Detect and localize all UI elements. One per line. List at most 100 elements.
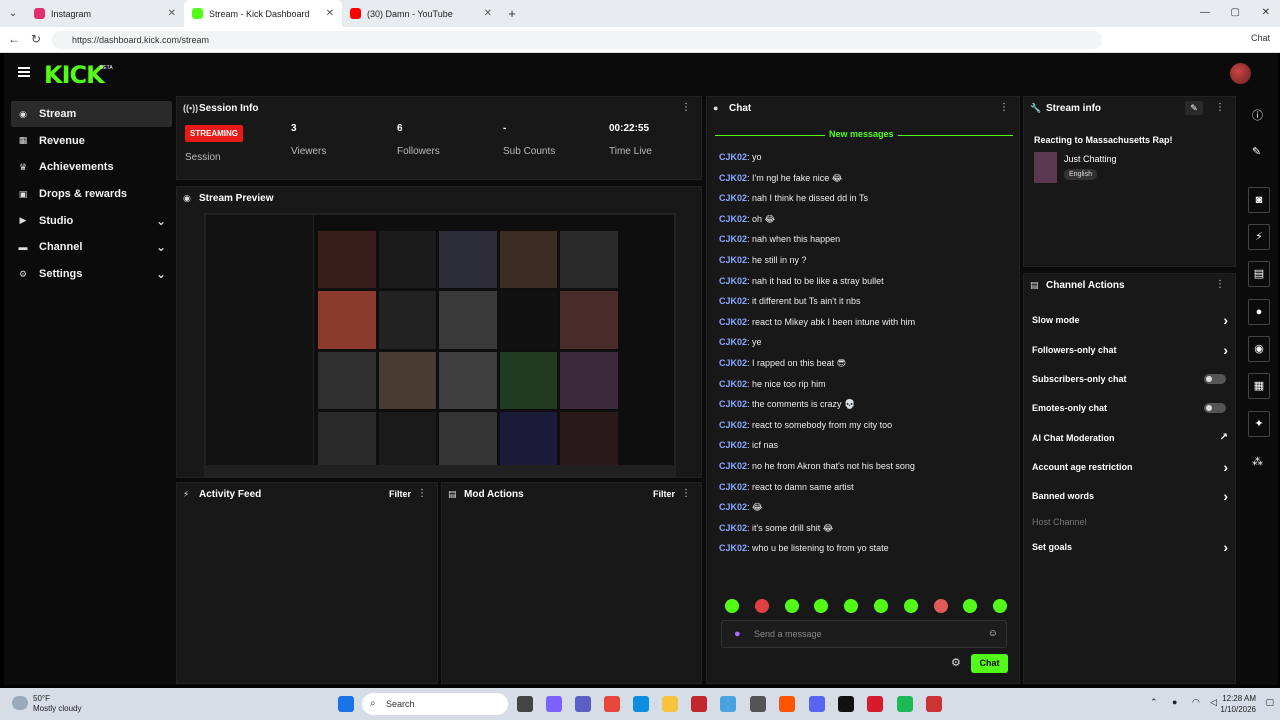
maximize-button[interactable]: ▢ — [1231, 7, 1240, 18]
chat-username[interactable]: CJK02 — [719, 543, 747, 553]
sidebar-item-settings[interactable]: ⚙ Settings ⌄ — [4, 261, 174, 287]
copilot-chat-button[interactable]: Chat — [1251, 33, 1270, 43]
chat-username[interactable]: CJK02 — [719, 358, 747, 368]
tab-kick-dashboard[interactable]: Stream - Kick Dashboard ✕ — [184, 0, 342, 27]
sidebar-item-channel[interactable]: ▬ Channel ⌄ — [4, 234, 174, 260]
chat-username[interactable]: CJK02 — [719, 440, 747, 450]
sidebar-item-achievements[interactable]: ♛ Achievements — [4, 154, 174, 180]
sidebar-item-stream[interactable]: ◉ Stream — [11, 101, 172, 127]
message-input[interactable]: ● Send a message ☺ — [721, 620, 1007, 648]
minimize-button[interactable]: — — [1200, 7, 1210, 18]
close-icon[interactable]: ✕ — [326, 8, 334, 19]
category-name[interactable]: Just Chatting — [1064, 154, 1117, 164]
emote-icon[interactable] — [754, 599, 769, 613]
soundcloud-icon[interactable] — [779, 696, 795, 712]
notifications-icon[interactable]: ▢ — [1265, 697, 1274, 708]
chat-username[interactable]: CJK02 — [719, 502, 747, 512]
chat-icon[interactable]: ● — [1248, 299, 1270, 325]
url-field[interactable]: https://dashboard.kick.com/stream — [52, 31, 1102, 49]
more-options-icon[interactable]: ⋮ — [417, 488, 427, 499]
tab-instagram[interactable]: Instagram ✕ — [26, 0, 184, 27]
chat-settings-icon[interactable]: ⚙ — [951, 656, 961, 669]
chat-username[interactable]: CJK02 — [719, 461, 747, 471]
sidebar-item-studio[interactable]: ▶ Studio ⌄ — [4, 208, 174, 234]
send-chat-button[interactable]: Chat — [971, 654, 1008, 673]
emote-icon[interactable] — [903, 599, 918, 613]
terminal-icon[interactable] — [838, 696, 854, 712]
chat-username[interactable]: CJK02 — [719, 152, 747, 162]
microphone-icon[interactable]: ● — [1172, 697, 1177, 707]
sidebar-item-revenue[interactable]: ▦ Revenue — [4, 128, 174, 154]
volume-icon[interactable]: ◁ — [1210, 697, 1217, 708]
set-goals-action[interactable]: Set goals › — [1032, 537, 1228, 557]
app-icon[interactable] — [604, 696, 620, 712]
new-tab-button[interactable]: + — [500, 6, 524, 21]
emote-icon[interactable] — [784, 599, 799, 613]
chat-username[interactable]: CJK02 — [719, 482, 747, 492]
emote-icon[interactable] — [933, 599, 948, 613]
file-explorer-icon[interactable] — [662, 696, 678, 712]
discord-icon[interactable] — [809, 696, 825, 712]
close-icon[interactable]: ✕ — [484, 8, 492, 19]
more-options-icon[interactable]: ⋮ — [1215, 102, 1225, 113]
emote-icon[interactable] — [993, 599, 1008, 613]
weather-icon[interactable] — [12, 696, 28, 710]
app-icon[interactable] — [720, 696, 736, 712]
emote-icon[interactable] — [814, 599, 829, 613]
layout-icon[interactable]: ▦ — [1248, 373, 1270, 399]
more-options-icon[interactable]: ⋮ — [681, 488, 691, 499]
tab-youtube[interactable]: (30) Damn - YouTube ✕ — [342, 0, 500, 27]
chat-username[interactable]: CJK02 — [719, 255, 747, 265]
share-icon[interactable]: ⁂ — [1252, 455, 1263, 468]
wifi-icon[interactable]: ◠ — [1192, 697, 1200, 708]
slow-mode-action[interactable]: Slow mode › — [1032, 310, 1228, 330]
chat-username[interactable]: CJK02 — [719, 317, 747, 327]
edit-icon[interactable]: ✎ — [1252, 145, 1261, 158]
teams-icon[interactable] — [575, 696, 591, 712]
chat-username[interactable]: CJK02 — [719, 399, 747, 409]
close-window-button[interactable]: ✕ — [1262, 7, 1270, 18]
chat-username[interactable]: CJK02 — [719, 214, 747, 224]
avatar[interactable] — [1230, 63, 1251, 84]
weather-widget[interactable]: 50°F Mostly cloudy — [33, 694, 81, 714]
clock[interactable]: 12:28 AM 1/10/2026 — [1220, 693, 1256, 715]
subscribers-only-toggle[interactable] — [1204, 374, 1226, 384]
opera-icon[interactable] — [867, 696, 883, 712]
microphone-icon[interactable]: ● — [734, 628, 741, 640]
app-icon[interactable] — [926, 696, 942, 712]
emote-icon[interactable] — [844, 599, 859, 613]
store-icon[interactable] — [750, 696, 766, 712]
info-icon[interactable]: ⓘ — [1252, 107, 1263, 123]
emote-icon[interactable] — [963, 599, 978, 613]
more-options-icon[interactable]: ⋮ — [1215, 279, 1225, 290]
filter-button[interactable]: Filter — [389, 489, 411, 499]
stream-preview-video[interactable] — [204, 213, 676, 477]
sidebar-item-drops[interactable]: ▣ Drops & rewards — [4, 181, 174, 207]
emote-icon[interactable] — [873, 599, 888, 613]
document-icon[interactable]: ▤ — [1248, 261, 1270, 287]
wrench-icon[interactable]: ✦ — [1248, 411, 1270, 437]
ai-moderation-action[interactable]: AI Chat Moderation ↗ — [1032, 428, 1228, 448]
emotes-only-toggle[interactable] — [1204, 403, 1226, 413]
edge-icon[interactable] — [633, 696, 649, 712]
emote-icon[interactable] — [725, 599, 739, 613]
back-button[interactable]: ← — [8, 32, 20, 46]
broadcast-icon[interactable]: ◉ — [1248, 336, 1270, 362]
chat-username[interactable]: CJK02 — [719, 523, 747, 533]
filter-button[interactable]: Filter — [653, 489, 675, 499]
kick-logo[interactable]: KICK — [44, 61, 105, 89]
chat-username[interactable]: CJK02 — [719, 296, 747, 306]
chat-username[interactable]: CJK02 — [719, 173, 747, 183]
chat-username[interactable]: CJK02 — [719, 193, 747, 203]
edit-icon[interactable]: ✎ — [1185, 101, 1203, 115]
followers-only-action[interactable]: Followers-only chat › — [1032, 340, 1228, 360]
chat-username[interactable]: CJK02 — [719, 379, 747, 389]
tab-list-button[interactable]: ⌄ — [0, 0, 26, 27]
windows-start-icon[interactable] — [338, 696, 354, 712]
task-view-icon[interactable] — [517, 696, 533, 712]
copilot-icon[interactable] — [546, 696, 562, 712]
chat-username[interactable]: CJK02 — [719, 234, 747, 244]
close-icon[interactable]: ✕ — [168, 8, 176, 19]
more-options-icon[interactable]: ⋮ — [681, 102, 691, 113]
menu-icon[interactable] — [18, 67, 30, 77]
